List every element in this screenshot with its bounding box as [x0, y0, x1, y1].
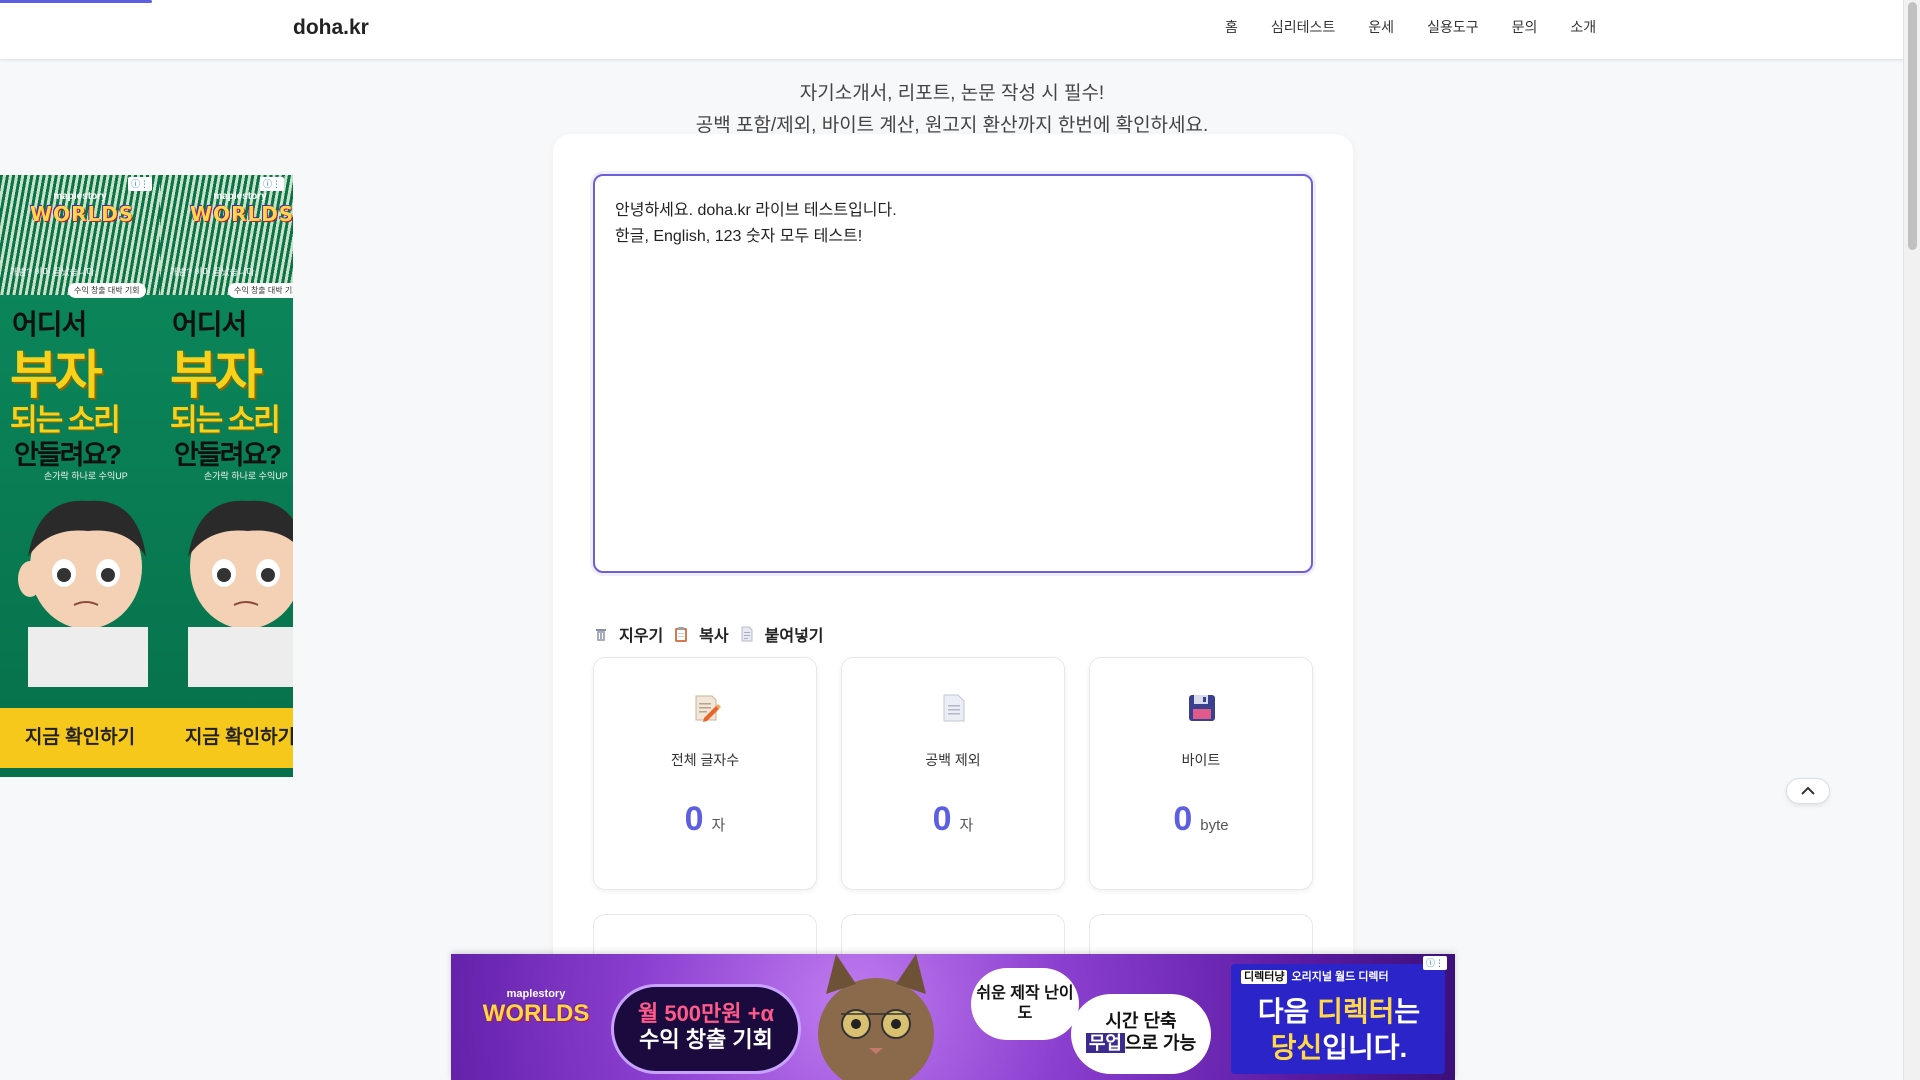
scrollbar-thumb[interactable] — [1908, 2, 1917, 250]
ad-brand: WORLDS — [30, 202, 135, 226]
ad-brand-small: maplestory — [506, 988, 566, 1000]
ad-character-illustration — [188, 500, 293, 687]
ad-brand-small: maplestory — [213, 191, 267, 202]
paste-button[interactable]: 붙여넣기 — [739, 622, 824, 646]
copy-label: 복사 — [699, 628, 729, 645]
clipboard-icon — [675, 627, 688, 642]
stat-value: 0자 — [594, 800, 816, 839]
ad-headline-highlight: 당신 — [1270, 1032, 1323, 1063]
nav-psych-test[interactable]: 심리테스트 — [1271, 17, 1335, 37]
stat-card-bytes: 바이트 0 byte — [1089, 657, 1313, 890]
ad-director-tag: 디렉터냥 오리지널 월드 디렉터 — [1241, 968, 1389, 984]
intro-line-1: 자기소개서, 리포트, 논문 작성 시 필수! — [799, 83, 1105, 104]
ad-pill: 수익 창출 대박 기회 — [228, 283, 293, 298]
ad-panel: maplestory WORLDS 개발? 이미 끝났습니다. 수익 창출 대박… — [0, 175, 160, 777]
ad-cta[interactable]: 지금 확인하기 — [160, 708, 293, 768]
left-ad-banner[interactable]: maplestory WORLDS 개발? 이미 끝났습니다. 수익 창출 대박… — [0, 175, 293, 777]
ad-bubble-time-line2: 으로 가능 — [1124, 1033, 1197, 1053]
ad-subtext: 손가락 하나로 수익UP — [44, 471, 128, 481]
copy-button[interactable]: 복사 — [673, 622, 729, 646]
stat-number: 0 — [1173, 800, 1193, 838]
ad-bubble-income-line2: 수익 창출 기회 — [639, 1027, 773, 1052]
ad-brand-logo: maplestory WORLDS — [30, 191, 133, 237]
nav-about[interactable]: 소개 — [1570, 17, 1596, 37]
ad-subtext: 손가락 하나로 수익UP — [204, 471, 288, 481]
stat-title: 전체 글자수 — [670, 752, 740, 768]
stat-title: 바이트 — [1181, 752, 1221, 768]
ad-info-icon[interactable]: ⓘ⋮ — [128, 177, 152, 191]
nav-contact[interactable]: 문의 — [1512, 17, 1538, 37]
stat-number: 0 — [684, 800, 704, 838]
ad-headline-part: 는 — [1394, 996, 1421, 1027]
bottom-ad-content: maplestory WORLDS 월 500만원 +α 수익 창출 기회 쉬운… — [451, 954, 1455, 1080]
stat-unit: 자 — [711, 817, 726, 834]
ad-info-icon[interactable]: ⓘ⋮ — [260, 177, 284, 191]
stat-unit: byte — [1200, 817, 1229, 834]
ad-brand: WORLDS — [190, 202, 293, 226]
ad-brand-logo: maplestory WORLDS — [481, 988, 591, 1028]
stat-value: 0자 — [842, 800, 1064, 839]
ad-cat-illustration — [818, 954, 934, 1080]
intro-text: 자기소개서, 리포트, 논문 작성 시 필수! 공백 포함/제외, 바이트 계산… — [552, 78, 1352, 142]
page-scrollbar[interactable] — [1903, 0, 1920, 1080]
ad-small-text: 개발? 이미 끝났습니다. — [10, 267, 98, 277]
ad-small-text: 개발? 이미 끝났습니다. — [170, 267, 258, 277]
action-toolbar: 지우기 복사 붙여넣기 — [593, 622, 834, 646]
nav-tools[interactable]: 실용도구 — [1427, 17, 1479, 37]
ad-panel: maplestory WORLDS 개발? 이미 끝났습니다. 수익 창출 대박… — [160, 175, 293, 777]
stat-number: 0 — [932, 800, 952, 838]
ad-info-icon[interactable]: ⓘ⋮ — [1423, 956, 1447, 970]
clear-label: 지우기 — [619, 628, 664, 645]
memo-pencil-icon — [695, 695, 721, 722]
ad-cta[interactable]: 지금 확인하기 — [0, 708, 160, 768]
stat-value: 0 byte — [1090, 800, 1312, 839]
ad-director-headline: 다음 디렉터는 당신입니다. — [1239, 994, 1439, 1066]
document-icon — [943, 694, 965, 722]
ad-director-tag-text: 오리지널 월드 디렉터 — [1291, 971, 1389, 983]
ad-headline-4: 안들려요? — [174, 440, 282, 470]
ad-director-tag-label: 디렉터냥 — [1241, 970, 1288, 984]
document-icon — [741, 626, 753, 642]
ad-bubble-time-line1: 시간 단축 — [1105, 1011, 1177, 1031]
main-nav: 홈 심리테스트 운세 실용도구 문의 소개 — [1225, 17, 1629, 37]
stat-title: 공백 제외 — [925, 752, 981, 768]
stat-card-no-spaces: 공백 제외 0자 — [841, 657, 1065, 890]
ad-brand-small: maplestory — [53, 191, 107, 202]
ad-bubble-time-highlight: 무업 — [1085, 1033, 1125, 1053]
ad-bubble-income: 월 500만원 +α 수익 창출 기회 — [611, 984, 801, 1074]
bottom-ad-banner[interactable]: maplestory WORLDS 월 500만원 +α 수익 창출 기회 쉬운… — [451, 954, 1455, 1080]
ad-bubble-time: 시간 단축 무업 으로 가능 — [1071, 994, 1211, 1074]
site-header: doha.kr 홈 심리테스트 운세 실용도구 문의 소개 — [0, 0, 1903, 60]
ad-headline-highlight: 디렉터 — [1317, 996, 1395, 1027]
page-progress-bar — [0, 0, 152, 3]
ad-bubble-income-line1: 월 500만원 +α — [637, 1001, 775, 1026]
ad-pill: 수익 창출 대박 기회 — [68, 283, 146, 298]
text-input-area[interactable] — [593, 174, 1313, 573]
paste-label: 붙여넣기 — [764, 628, 824, 645]
trash-icon — [596, 629, 606, 641]
ad-headline-part: 다음 — [1257, 996, 1318, 1027]
floppy-disk-icon — [1189, 695, 1215, 721]
ad-character-illustration — [18, 500, 148, 687]
ad-bubble-easy: 쉬운 제작 난이도 — [971, 968, 1079, 1040]
clear-button[interactable]: 지우기 — [593, 622, 663, 646]
ad-headline-4: 안들려요? — [14, 440, 122, 470]
nav-home[interactable]: 홈 — [1225, 17, 1238, 37]
ad-headline-part: 입니다. — [1322, 1032, 1408, 1063]
ad-brand: WORLDS — [482, 1000, 590, 1027]
chevron-up-icon — [1801, 786, 1815, 795]
stat-card-total: 전체 글자수 0자 — [593, 657, 817, 890]
site-logo[interactable]: doha.kr — [293, 16, 369, 40]
ad-director-panel: 디렉터냥 오리지널 월드 디렉터 다음 디렉터는 당신입니다. — [1231, 964, 1445, 1074]
stat-unit: 자 — [959, 817, 974, 834]
ad-brand-logo: maplestory WORLDS — [190, 191, 293, 237]
scroll-to-top-button[interactable] — [1786, 778, 1830, 804]
nav-fortune[interactable]: 운세 — [1368, 17, 1394, 37]
